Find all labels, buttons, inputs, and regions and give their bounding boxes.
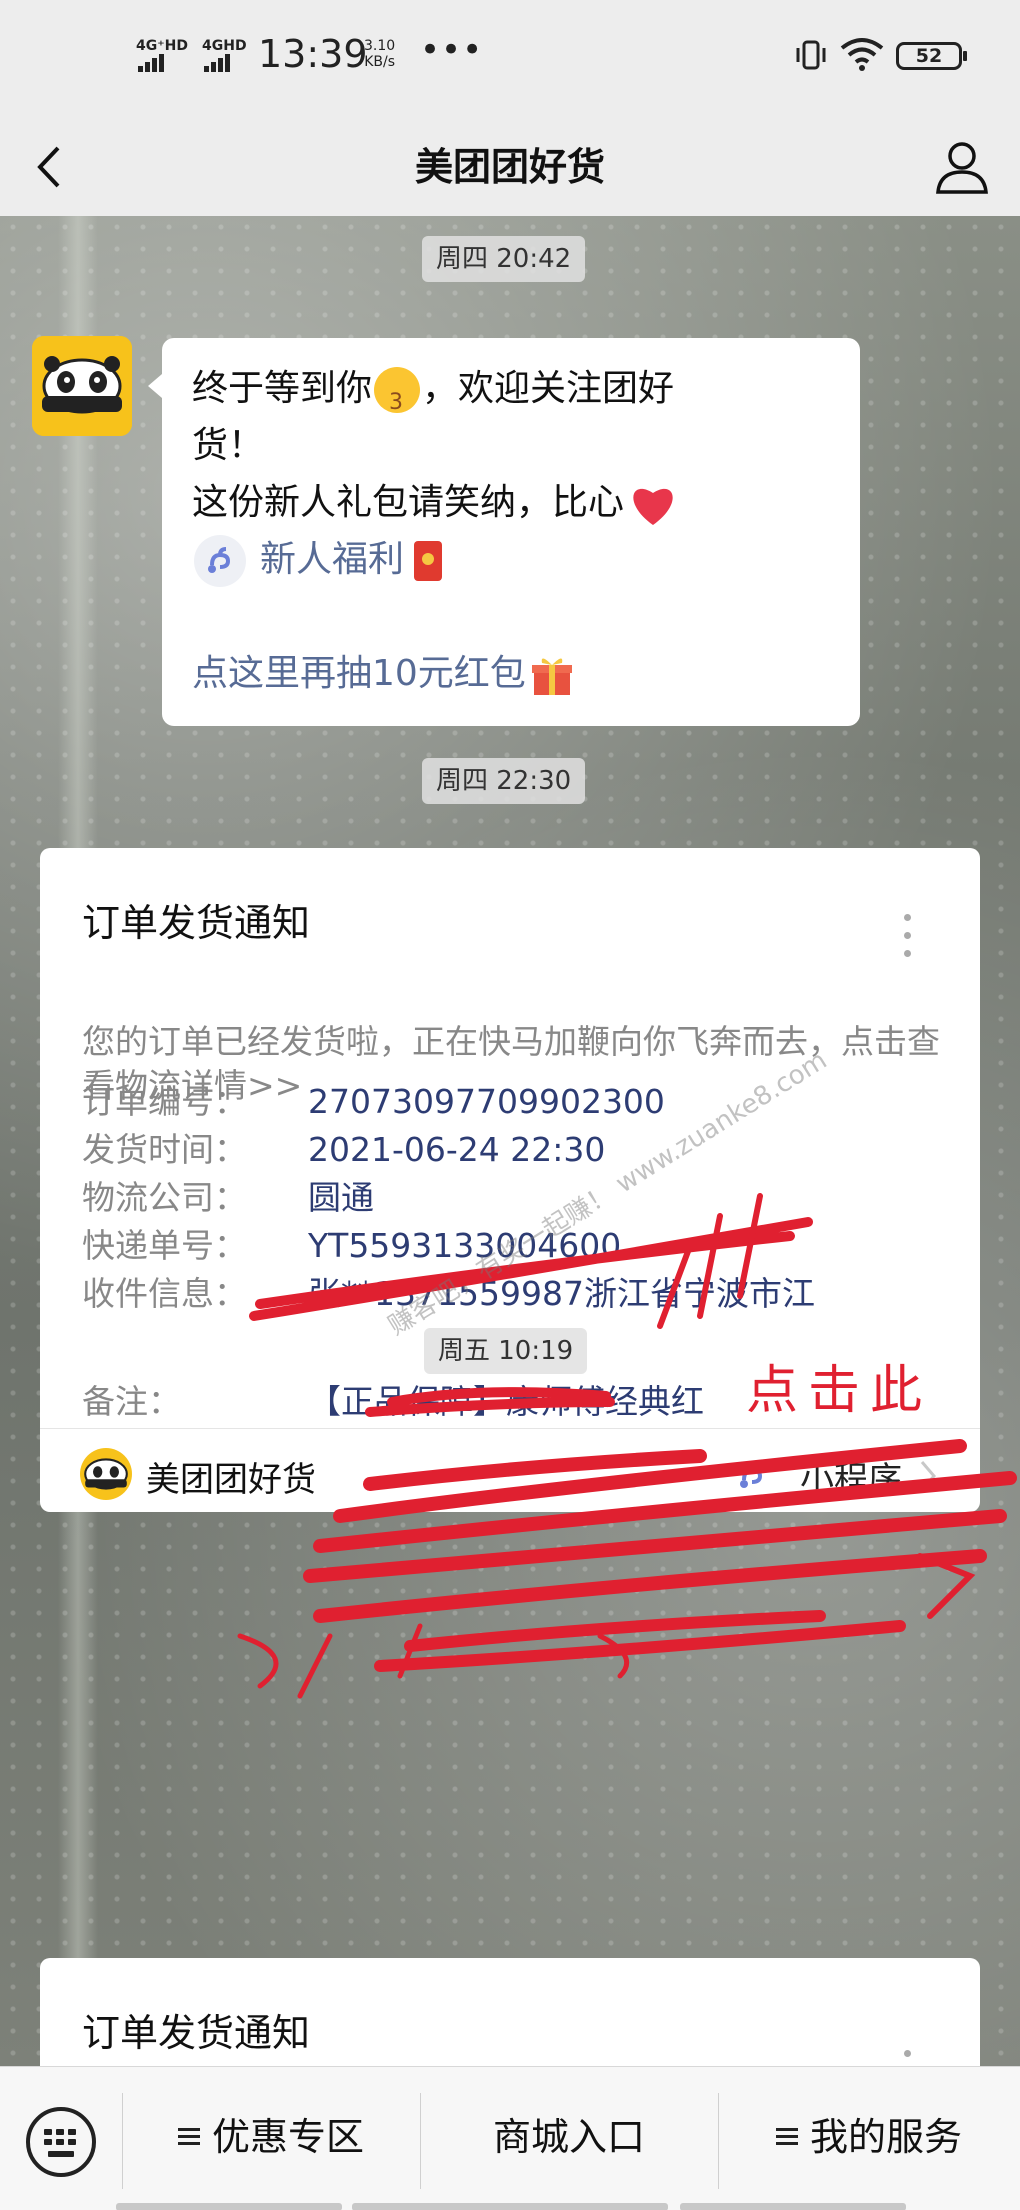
timestamp: 周四 22:30 [422, 758, 586, 804]
red-packet-link[interactable]: 点这里再抽10元红包 [192, 645, 830, 702]
more-options-icon[interactable] [904, 914, 912, 958]
menu-item-deals[interactable]: 优惠专区 [122, 2107, 420, 2167]
network-speed: 3.10 KB/s [364, 38, 395, 70]
menu-lines-icon [775, 2127, 798, 2146]
message-text: 这份新人礼包请笑纳，比心 [192, 482, 625, 523]
card-divider [40, 1428, 980, 1429]
card-footer-account-name[interactable]: 美团团好货 [146, 1452, 316, 1501]
field-label-ship-time: 发货时间： [82, 1130, 247, 1169]
more-notifications-icon: ••• [420, 30, 484, 70]
field-value-order-number: 27073097709902300 [308, 1082, 665, 1121]
account-avatar[interactable] [32, 336, 132, 436]
order-shipping-card[interactable]: 订单发货通知 [40, 1958, 980, 2066]
signal-bars-icon [138, 54, 166, 72]
status-bar: 4G⁺HD 4GHD 13:39 3.10 KB/s ••• 52 [0, 0, 1020, 118]
field-label-order-number: 订单编号： [82, 1082, 247, 1121]
keyboard-toggle-icon[interactable] [26, 2107, 96, 2177]
field-label-courier: 物流公司： [82, 1178, 247, 1217]
heart-emoji-icon [633, 488, 673, 525]
field-value-courier: 圆通 [308, 1178, 374, 1217]
card-title: 订单发货通知 [82, 901, 311, 945]
account-logo-icon [80, 1448, 132, 1500]
field-value-remark: 【正品保障】康师傅经典红 [308, 1382, 704, 1421]
menu-lines-icon [177, 2127, 200, 2146]
menu-item-label[interactable]: 我的服务 [810, 2115, 962, 2159]
field-label-remark: 备注： [82, 1382, 181, 1421]
submenu-indicator [352, 2203, 668, 2210]
signal-bars-icon [204, 54, 232, 72]
kiss-emoji-icon [374, 367, 421, 431]
field-label-recipient: 收件信息： [82, 1274, 247, 1313]
gift-icon [531, 658, 572, 695]
mini-program-link[interactable]: 新人福利 [192, 531, 830, 588]
more-options-icon[interactable] [904, 2050, 912, 2066]
welcome-message-bubble[interactable]: 终于等到你 ，欢迎关注团好 货！ 这份新人礼包请笑纳，比心 新人福利 点这里再抽1… [148, 338, 860, 726]
wifi-icon [840, 38, 884, 71]
submenu-indicator [116, 2203, 342, 2210]
card-title: 订单发货通知 [82, 2011, 311, 2055]
clock: 13:39 [258, 32, 368, 76]
nav-bar: 美团团好货 [0, 118, 1020, 216]
bottom-menu-bar: 优惠专区 商城入口 我的服务 [0, 2066, 1020, 2210]
network-type-1: 4G⁺HD [136, 38, 188, 54]
mini-program-icon [740, 1462, 763, 1488]
page-title: 美团团好货 [414, 145, 605, 189]
message-line: 终于等到你 ，欢迎关注团好 [192, 360, 830, 431]
network-type-2: 4GHD [202, 38, 247, 54]
profile-icon[interactable] [932, 136, 992, 196]
speed-unit: KB/s [364, 54, 395, 70]
red-packet-icon [414, 541, 443, 581]
mini-program-icon [194, 535, 246, 587]
mini-program-label[interactable]: 小程序 [800, 1452, 902, 1501]
menu-item-services[interactable]: 我的服务 [718, 2107, 1020, 2167]
submenu-indicator [680, 2203, 906, 2210]
message-text: 终于等到你 [192, 368, 373, 409]
field-label-tracking-number: 快递单号： [82, 1226, 247, 1265]
order-shipping-card[interactable]: 订单发货通知 您的订单已经发货啦，正在快马加鞭向你飞奔而去，点击查看物流详情>>… [40, 848, 980, 1512]
speed-value: 3.10 [364, 38, 396, 54]
battery-icon: 52 [896, 42, 967, 70]
link-text[interactable]: 点这里再抽10元红包 [192, 653, 526, 694]
message-text: ，欢迎关注团好 [422, 368, 675, 409]
message-line: 这份新人礼包请笑纳，比心 [192, 474, 830, 531]
timestamp: 周四 20:42 [422, 236, 586, 282]
panda-logo-icon [32, 336, 132, 436]
cell-signal-2: 4GHD [202, 38, 247, 72]
menu-item-label[interactable]: 优惠专区 [212, 2115, 364, 2159]
cell-signal-1: 4G⁺HD [136, 38, 188, 72]
menu-item-label[interactable]: 商城入口 [493, 2115, 645, 2159]
field-value-ship-time: 2021-06-24 22:30 [308, 1130, 606, 1169]
chat-area[interactable]: 周四 20:42 终于等到你 ，欢迎关注团好 货！ 这份新人礼包请笑纳，比心 新人… [0, 216, 1020, 2066]
chevron-right-icon[interactable] [916, 1456, 940, 1496]
mini-program-label[interactable]: 新人福利 [260, 539, 404, 580]
back-icon[interactable] [30, 142, 70, 192]
message-line: 货！ [192, 425, 265, 466]
vibrate-icon [796, 40, 826, 70]
timestamp: 周五 10:19 [424, 1328, 588, 1374]
menu-item-mall[interactable]: 商城入口 [420, 2107, 718, 2167]
